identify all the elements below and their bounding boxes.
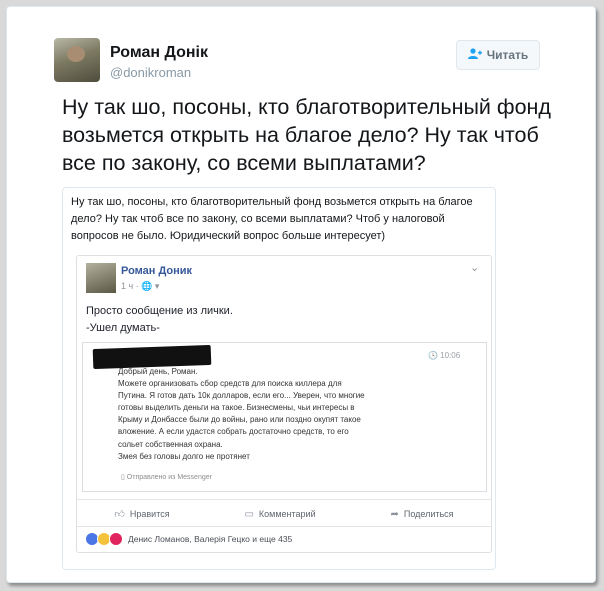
like-label: Нравится (129, 509, 170, 519)
chevron-down-icon: ⌄ (470, 262, 480, 274)
message-body: Добрый день, Роман. Можете организовать … (118, 366, 408, 463)
thumbs-up-icon: 👍︎ (114, 509, 125, 520)
comment-label: Комментарий (258, 509, 316, 519)
facebook-post-screenshot: Роман Доник 1 ч · 🌐 ▾ ⌄ Просто сообщение… (76, 255, 492, 553)
follow-button[interactable]: Читать (456, 40, 540, 70)
sent-via-label: Отправлено из Messenger (126, 474, 212, 481)
fb-author-name: Роман Доник (121, 265, 193, 277)
message-line: Можете организовать сбор средств для пои… (118, 379, 342, 389)
share-label: Поделиться (403, 509, 454, 519)
love-reaction-icon (109, 532, 123, 546)
author-handle[interactable]: @donikroman (110, 65, 191, 80)
tweet-text: Ну так шо, посоны, кто благотворительный… (62, 95, 551, 175)
fb-author-avatar (86, 263, 116, 293)
message-line: Крыму и Донбассе были до войны, рано или… (118, 415, 361, 425)
message-line: готовы выделить деньги на такое. Бизнесм… (118, 403, 355, 413)
fb-post-text: Просто сообщение из лички. -Ушел думать- (86, 303, 233, 337)
message-screenshot: 🕓 10:06 Добрый день, Роман. Можете орган… (82, 342, 487, 492)
share-action: ➦ Поделиться (390, 508, 453, 520)
author-avatar[interactable] (54, 38, 100, 82)
like-action: 👍︎ Нравится (114, 508, 169, 520)
message-line: Добрый день, Роман. (118, 367, 198, 376)
fb-post-meta: 1 ч · 🌐 ▾ (121, 281, 160, 291)
follow-label: Читать (486, 48, 529, 62)
author-name[interactable]: Роман Донік (110, 44, 208, 62)
comment-action: ▭ Комментарий (244, 508, 315, 520)
message-line: Змея без головы долго не протянет (118, 451, 250, 461)
fb-post-line-1: Просто сообщение из лички. (86, 305, 233, 317)
quoted-text: Ну так шо, посоны, кто благотворительный… (71, 196, 473, 242)
add-user-icon (467, 47, 482, 63)
share-icon: ➦ (390, 508, 399, 520)
quoted-content[interactable]: Ну так шо, посоны, кто благотворительный… (62, 187, 496, 570)
message-time: 🕓 10:06 (428, 351, 461, 360)
comment-icon: ▭ (244, 508, 254, 520)
message-line: Путина. Я готов дать 10к долларов, если … (118, 391, 365, 401)
fb-post-line-2: -Ушел думать- (86, 322, 160, 334)
fb-reactions: Денис Ломанов, Валерія Гецко и еще 435 (77, 526, 491, 546)
reactions-text: Денис Ломанов, Валерія Гецко и еще 435 (128, 534, 293, 544)
fb-action-bar: 👍︎ Нравится ▭ Комментарий ➦ Поделиться (77, 499, 491, 520)
message-line: вложение. А если удастся собрать достато… (118, 427, 349, 437)
sent-via-messenger: ▯ Отправлено из Messenger (121, 473, 212, 481)
message-line: сольет собственная охрана. (118, 439, 223, 449)
